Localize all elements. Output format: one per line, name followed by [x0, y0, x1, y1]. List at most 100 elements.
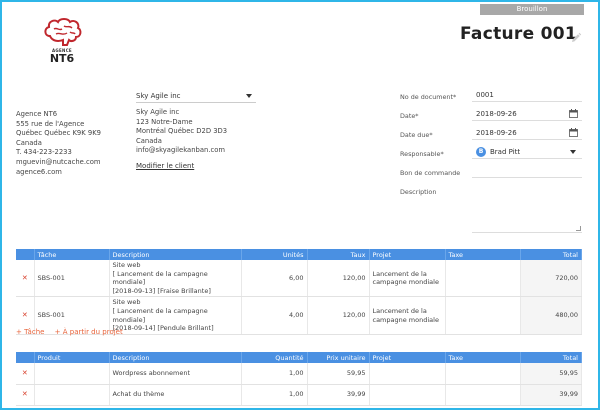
total-cell: 480,00	[520, 296, 582, 335]
col-description: Description	[109, 352, 242, 363]
chevron-down-icon	[246, 94, 252, 98]
table-header-row: Tâche Description Unités Taux Projet Tax…	[16, 249, 582, 260]
table-row: ✕ SBS-001 Site web [ Lancement de la cam…	[16, 260, 582, 298]
tasks-table: Tâche Description Unités Taux Projet Tax…	[16, 249, 582, 335]
client-line: info@skyagilekanban.com	[136, 146, 225, 155]
due-date-value: 2018-09-26	[476, 129, 517, 137]
col-task: Tâche	[34, 249, 110, 260]
tax-cell[interactable]	[445, 363, 521, 385]
client-address: Sky Agile inc 123 Notre-Dame Montréal Qu…	[136, 108, 227, 156]
company-line: Agence NT6	[16, 110, 58, 118]
responsible-value: Brad Pitt	[490, 148, 521, 156]
company-info: Agence NT6 555 rue de l'Agence Québec Qu…	[16, 110, 101, 177]
delete-x-icon[interactable]: ✕	[16, 363, 35, 385]
rate-cell[interactable]: 120,00	[307, 296, 370, 335]
description-cell[interactable]: Achat du thème	[109, 384, 242, 406]
calendar-icon[interactable]	[569, 109, 578, 118]
table-row: ✕ Wordpress abonnement 1,00 59,95 59,95	[16, 363, 582, 385]
description-label: Description	[400, 188, 437, 196]
col-product: Produit	[34, 352, 110, 363]
client-select[interactable]: Sky Agile inc	[136, 89, 256, 103]
project-cell[interactable]: Lancement de la campagne mondiale	[369, 296, 446, 335]
project-line: campagne mondiale	[372, 278, 439, 287]
tax-cell[interactable]	[445, 260, 521, 298]
quantity-cell[interactable]: 1,00	[241, 363, 308, 385]
add-links: + Tâche + À partir du projet	[16, 328, 131, 336]
task-cell[interactable]: SBS-001	[34, 260, 110, 298]
responsible-select[interactable]: B Brad Pitt	[472, 145, 582, 159]
date-label: Date*	[400, 112, 419, 120]
description-line: Site web	[112, 261, 141, 269]
responsible-label: Responsable*	[400, 150, 444, 158]
project-line: Lancement de la	[372, 306, 427, 315]
date-field[interactable]: 2018-09-26	[472, 107, 582, 121]
description-cell[interactable]: Wordpress abonnement	[109, 363, 242, 385]
agency-logo: AGENCE NT6	[40, 16, 84, 72]
col-tax: Taxe	[445, 352, 521, 363]
description-line: [ Lancement de la campagne mondiale]	[112, 306, 208, 324]
tax-cell[interactable]	[445, 384, 521, 406]
col-project: Projet	[369, 352, 446, 363]
date-value: 2018-09-26	[476, 110, 517, 118]
col-total: Total	[520, 352, 582, 363]
product-cell[interactable]	[34, 384, 110, 406]
modify-client-link[interactable]: Modifier le client	[136, 162, 194, 170]
total-cell: 59,95	[520, 363, 582, 385]
doc-no-field[interactable]: 0001	[472, 88, 582, 102]
brain-logo-icon	[44, 18, 82, 46]
project-line: Lancement de la	[372, 269, 427, 278]
project-line: campagne mondiale	[372, 315, 439, 324]
unit-price-cell[interactable]: 59,95	[307, 363, 370, 385]
quantity-cell[interactable]: 1,00	[241, 384, 308, 406]
units-cell[interactable]: 6,00	[241, 260, 308, 298]
due-date-field[interactable]: 2018-09-26	[472, 126, 582, 140]
description-line: Site web	[112, 298, 141, 307]
rate-cell[interactable]: 120,00	[307, 260, 370, 298]
due-date-label: Date due*	[400, 131, 433, 139]
table-row: ✕ Achat du thème 1,00 39,99 39,99	[16, 384, 582, 406]
description-line: [ Lancement de la campagne mondiale]	[112, 269, 208, 287]
company-line: T. 434-223-2233	[16, 148, 72, 157]
description-textarea[interactable]	[472, 185, 582, 233]
client-line: Montréal Québec D2D 3D3	[136, 127, 228, 136]
col-unit-price: Prix unitaire	[307, 352, 370, 363]
table-header-row: Produit Description Quantité Prix unitai…	[16, 352, 582, 363]
project-cell[interactable]: Lancement de la campagne mondiale	[369, 260, 446, 298]
project-cell[interactable]	[369, 384, 446, 406]
col-total: Total	[520, 249, 582, 260]
col-quantity: Quantité	[241, 352, 308, 363]
units-cell[interactable]: 4,00	[241, 296, 308, 335]
calendar-icon[interactable]	[569, 128, 578, 137]
client-line: Sky Agile inc	[136, 108, 180, 116]
add-from-project-button[interactable]: + À partir du projet	[55, 328, 123, 336]
col-delete	[16, 352, 35, 363]
col-rate: Taux	[307, 249, 370, 260]
delete-x-icon[interactable]: ✕	[16, 384, 35, 406]
company-line: mguevin@nutcache.com	[16, 157, 101, 166]
tax-cell[interactable]	[445, 296, 521, 335]
chevron-down-icon	[570, 150, 576, 154]
project-cell[interactable]	[369, 363, 446, 385]
client-line: Canada	[136, 136, 162, 145]
products-table: Produit Description Quantité Prix unitai…	[16, 352, 582, 406]
add-task-button[interactable]: + Tâche	[16, 328, 44, 336]
total-cell: 720,00	[520, 260, 582, 298]
invoice-window: Brouillon AGENCE NT6 Facture 001 Agence …	[0, 0, 600, 410]
description-cell[interactable]: Site web [ Lancement de la campagne mond…	[109, 260, 242, 298]
pencil-icon[interactable]	[570, 32, 582, 44]
product-cell[interactable]	[34, 363, 110, 385]
col-delete	[16, 249, 35, 260]
logo-name-text: NT6	[49, 52, 75, 65]
unit-price-cell[interactable]: 39,99	[307, 384, 370, 406]
col-description: Description	[109, 249, 242, 260]
po-field[interactable]	[472, 164, 582, 178]
description-line: [2018-09-13] [Fraise Brillante]	[112, 286, 211, 295]
company-line: agence6.com	[16, 167, 62, 176]
company-line: Canada	[16, 138, 42, 147]
resize-handle[interactable]	[576, 226, 581, 231]
client-line: 123 Notre-Dame	[136, 117, 193, 126]
total-cell: 39,99	[520, 384, 582, 406]
po-label: Bon de commande	[400, 169, 461, 177]
col-project: Projet	[369, 249, 446, 260]
delete-x-icon[interactable]: ✕	[16, 260, 35, 298]
